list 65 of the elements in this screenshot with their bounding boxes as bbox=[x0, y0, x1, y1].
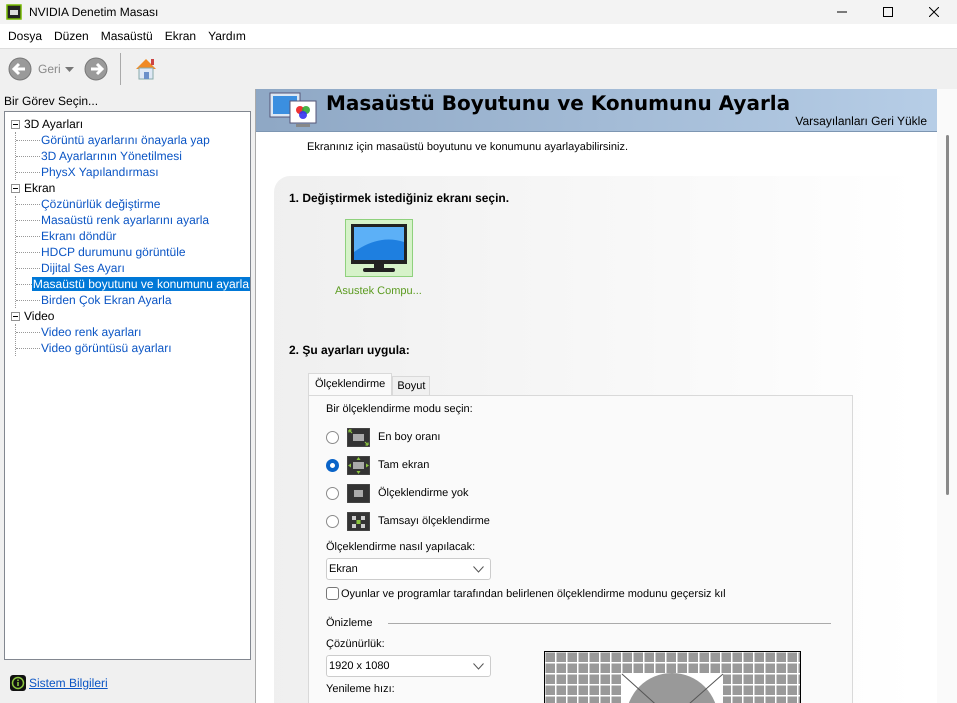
full-screen-icon bbox=[347, 456, 370, 474]
tree-group-label[interactable]: 3D Ayarları bbox=[24, 117, 84, 131]
step-heading: 2. Şu ayarları uygula: bbox=[289, 343, 411, 357]
radio-label[interactable]: Tam ekran bbox=[378, 459, 430, 471]
chevron-down-icon bbox=[473, 566, 484, 572]
menu-item[interactable]: Dosya bbox=[2, 29, 48, 43]
info-icon bbox=[10, 675, 26, 691]
panel-heading: Bir Görev Seçin... bbox=[3, 93, 100, 110]
chevron-down-icon bbox=[473, 662, 484, 670]
tree-item[interactable]: Masaüstü renk ayarlarını ayarla bbox=[40, 213, 210, 227]
section-label: Önizleme bbox=[326, 617, 372, 629]
window-title: NVIDIA Denetim Masası bbox=[29, 5, 160, 19]
radio-label[interactable]: Tamsayı ölçeklendirme bbox=[378, 515, 490, 527]
no-scaling-icon bbox=[347, 484, 370, 502]
menu-item[interactable]: Düzen bbox=[48, 29, 95, 43]
monitor-icon bbox=[349, 222, 409, 274]
display-tile[interactable] bbox=[345, 219, 413, 277]
restore-defaults-link[interactable]: Varsayılanları Geri Yükle bbox=[795, 114, 927, 128]
menu-item[interactable]: Ekran bbox=[158, 29, 202, 43]
collapse-icon[interactable] bbox=[11, 120, 20, 128]
tree-item[interactable]: HDCP durumunu görüntüle bbox=[40, 245, 187, 259]
field-label: Yenileme hızı: bbox=[326, 683, 396, 695]
tree-group-label[interactable]: Ekran bbox=[24, 181, 56, 195]
tree-item[interactable]: Video görüntüsü ayarları bbox=[40, 341, 173, 355]
tree-group-label[interactable]: Video bbox=[24, 309, 54, 323]
collapse-icon[interactable] bbox=[11, 184, 20, 192]
tab[interactable]: Boyut bbox=[392, 376, 430, 395]
checkbox[interactable] bbox=[326, 587, 339, 600]
resolution-dropdown[interactable]: 1920 x 1080 bbox=[326, 655, 491, 677]
dropdown-caret-icon[interactable] bbox=[64, 66, 74, 72]
page-title: Masaüstü Boyutunu ve Konumunu Ayarla bbox=[326, 91, 790, 117]
tree-item[interactable]: PhysX Yapılandırması bbox=[40, 165, 160, 179]
step-heading: 1. Değiştirmek istediğiniz ekranı seçin. bbox=[289, 191, 510, 205]
scrollbar-thumb[interactable] bbox=[946, 135, 948, 495]
integer-scaling-icon bbox=[347, 512, 370, 530]
tab[interactable]: Ölçeklendirme bbox=[308, 373, 392, 395]
radio-label[interactable]: Ölçeklendirme yok bbox=[378, 487, 468, 499]
radio-button[interactable] bbox=[326, 458, 339, 472]
tree-item[interactable]: 3D Ayarlarının Yönetilmesi bbox=[40, 149, 183, 163]
menu-item[interactable]: Yardım bbox=[202, 29, 252, 43]
collapse-icon[interactable] bbox=[11, 312, 20, 320]
tree-item[interactable]: Görüntü ayarlarını önayarla yap bbox=[40, 133, 211, 147]
system-info-link[interactable]: Sistem Bilgileri bbox=[29, 676, 108, 690]
tree-item[interactable]: Masaüstü boyutunu ve konumunu ayarla bbox=[32, 277, 250, 291]
field-label: Ölçeklendirme nasıl yapılacak: bbox=[326, 541, 476, 553]
radio-button[interactable] bbox=[326, 486, 339, 500]
tree-item[interactable]: Video renk ayarları bbox=[40, 325, 142, 339]
app-icon bbox=[6, 4, 22, 20]
field-label: Çözünürlük: bbox=[326, 638, 386, 650]
display-label: Asustek Compu... bbox=[335, 285, 422, 297]
radio-button[interactable] bbox=[326, 430, 339, 444]
tree-item[interactable]: Birden Çok Ekran Ayarla bbox=[40, 293, 173, 307]
tree-item[interactable]: Dijital Ses Ayarı bbox=[40, 261, 126, 275]
page-description: Ekranınız için masaüstü boyutunu ve konumunu ayarlayabilirsiniz. bbox=[307, 141, 629, 153]
scaling-method-dropdown[interactable]: Ekran bbox=[326, 558, 491, 580]
radio-button[interactable] bbox=[326, 514, 339, 528]
radio-label[interactable]: En boy oranı bbox=[378, 431, 440, 443]
tree-item[interactable]: Çözünürlük değiştirme bbox=[40, 197, 162, 211]
aspect-ratio-icon bbox=[347, 428, 370, 446]
close-icon bbox=[929, 7, 939, 17]
maximize-icon bbox=[883, 7, 893, 17]
menu-item[interactable]: Masaüstü bbox=[94, 29, 159, 43]
checkbox-label[interactable]: Oyunlar ve programlar tarafından belirlenen ölçeklendirme modunu geçersiz kıl bbox=[341, 588, 726, 600]
tree-item[interactable]: Ekranı döndür bbox=[40, 229, 118, 243]
section-label: Bir ölçeklendirme modu seçin: bbox=[326, 403, 474, 415]
